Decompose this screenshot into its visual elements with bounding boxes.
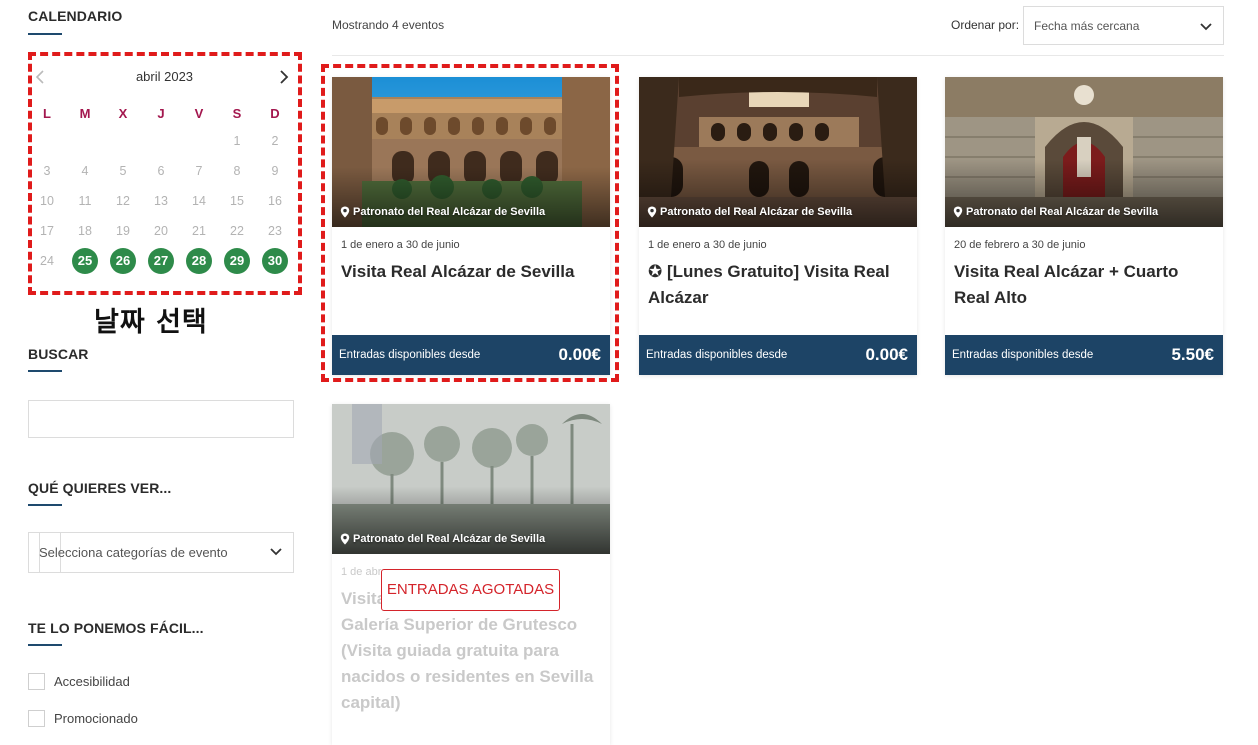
event-photo: Patronato del Real Alcázar de Sevilla	[945, 77, 1223, 227]
highlight-box-card	[321, 64, 619, 382]
event-card-sold-out[interactable]: Patronato del Real Alcázar de Sevilla 1 …	[332, 404, 610, 745]
search-title-underline	[28, 370, 62, 372]
calendar-title: CALENDARIO	[28, 8, 123, 24]
order-label: Ordenar por:	[951, 18, 1020, 32]
search-input[interactable]	[28, 400, 294, 438]
category-title-underline	[28, 504, 62, 506]
easy-title: TE LO PONEMOS FÁCIL...	[28, 620, 204, 636]
event-dates: 1 de enero a 30 de junio	[648, 239, 767, 251]
calendar-title-underline	[28, 33, 62, 35]
annotation-label: 날짜 선택	[94, 307, 208, 338]
category-select-placeholder: Selecciona categorías de evento	[39, 545, 228, 560]
event-card[interactable]: Patronato del Real Alcázar de Sevilla 1 …	[639, 77, 917, 375]
price-label: Entradas disponibles desde	[952, 349, 1094, 361]
hall-photo	[945, 77, 1223, 227]
search-title: BUSCAR	[28, 346, 89, 362]
divider	[332, 55, 1224, 56]
event-title[interactable]: Visita Real Alcázar + Cuarto Real Alto	[954, 259, 1216, 311]
courtyard-photo	[639, 77, 917, 227]
category-select[interactable]: Selecciona categorías de evento	[28, 532, 294, 573]
location-pin-icon	[647, 206, 657, 218]
order-select-value: Fecha más cercana	[1034, 19, 1140, 33]
event-price: 5.50€	[1171, 345, 1214, 364]
checkbox-label: Accesibilidad	[54, 674, 130, 689]
event-title[interactable]: ✪ [Lunes Gratuito] Visita Real Alcázar	[648, 259, 910, 311]
category-title: QUÉ QUIERES VER...	[28, 480, 172, 496]
event-price-bar[interactable]: Entradas disponibles desde 0.00€	[639, 335, 917, 375]
event-card[interactable]: Patronato del Real Alcázar de Sevilla 20…	[945, 77, 1223, 375]
highlight-box-calendar	[28, 52, 302, 295]
checkbox-label: Promocionado	[54, 711, 138, 726]
event-location-text: Patronato del Real Alcázar de Sevilla	[966, 206, 1159, 218]
checkbox[interactable]	[28, 673, 45, 690]
event-photo: Patronato del Real Alcázar de Sevilla	[639, 77, 917, 227]
event-dates: 20 de febrero a 30 de junio	[954, 239, 1086, 251]
location-pin-icon	[953, 206, 963, 218]
garden-photo	[332, 404, 610, 554]
location-pin-icon	[340, 533, 350, 545]
easy-title-underline	[28, 644, 62, 646]
event-dates: 1 de abr	[341, 566, 382, 578]
event-price-bar[interactable]: Entradas disponibles desde 5.50€	[945, 335, 1223, 375]
price-label: Entradas disponibles desde	[646, 349, 788, 361]
event-price: 0.00€	[865, 345, 908, 364]
order-select[interactable]: Fecha más cercana	[1023, 6, 1224, 45]
checkbox[interactable]	[28, 710, 45, 727]
chevron-down-icon	[270, 548, 282, 556]
event-location-text: Patronato del Real Alcázar de Sevilla	[660, 206, 853, 218]
sold-out-badge: ENTRADAS AGOTADAS	[381, 569, 560, 611]
event-photo: Patronato del Real Alcázar de Sevilla	[332, 404, 610, 554]
chevron-down-icon	[1200, 23, 1212, 31]
results-count: Mostrando 4 eventos	[332, 18, 445, 32]
event-location-text: Patronato del Real Alcázar de Sevilla	[353, 533, 546, 545]
